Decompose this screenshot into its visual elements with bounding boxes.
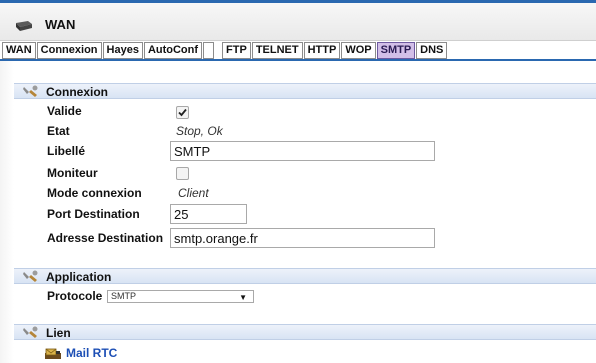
tab-dns[interactable]: DNS [416, 42, 448, 59]
libelle-label: Libellé [47, 144, 86, 158]
protocole-dropdown[interactable]: SMTP ▼ [107, 290, 254, 303]
tools-icon [23, 326, 38, 338]
mail-rtc-link[interactable]: Mail RTC [66, 346, 117, 360]
section-title-lien: Lien [46, 326, 71, 340]
mode-connexion-value: Client [178, 186, 209, 200]
moniteur-checkbox[interactable] [176, 167, 189, 180]
tab-hayes[interactable]: Hayes [102, 42, 143, 59]
router-icon [16, 21, 32, 31]
section-title-application: Application [46, 270, 112, 284]
port-destination-label: Port Destination [47, 207, 140, 221]
tools-icon [23, 85, 38, 97]
tools-icon [23, 270, 38, 282]
tab-blank[interactable] [203, 42, 215, 59]
adresse-destination-field[interactable] [170, 228, 435, 248]
tab-telnet[interactable]: TELNET [251, 42, 303, 59]
tab-wop[interactable]: WOP [341, 42, 376, 59]
checkmark-icon [178, 108, 187, 117]
mail-icon [45, 348, 61, 359]
tab-bar: WAN Connexion Hayes AutoConf FTP TELNET … [2, 42, 448, 59]
etat-value: Stop, Ok [176, 124, 223, 138]
protocole-selected-value: SMTP [111, 291, 137, 301]
etat-label: Etat [47, 124, 70, 138]
tab-wan[interactable]: WAN [2, 42, 36, 59]
moniteur-label: Moniteur [47, 166, 98, 180]
window-title-bar: WAN [0, 3, 596, 41]
tab-autoconf[interactable]: AutoConf [143, 42, 203, 59]
section-header-application[interactable]: Application [14, 268, 596, 284]
valide-checkbox[interactable] [176, 106, 189, 119]
protocole-label: Protocole [47, 289, 103, 303]
section-header-lien[interactable]: Lien [14, 324, 596, 340]
dropdown-arrow-icon: ▼ [239, 293, 247, 302]
section-title-connexion: Connexion [46, 85, 108, 99]
port-destination-field[interactable] [170, 204, 247, 224]
left-shadow [0, 61, 14, 363]
tab-smtp[interactable]: SMTP [376, 42, 416, 59]
tab-connexion[interactable]: Connexion [36, 42, 102, 59]
tab-ftp[interactable]: FTP [222, 42, 251, 59]
tab-http[interactable]: HTTP [303, 42, 341, 59]
libelle-field[interactable] [170, 141, 435, 161]
section-header-connexion[interactable]: Connexion [14, 83, 596, 99]
mode-connexion-label: Mode connexion [47, 186, 142, 200]
adresse-destination-label: Adresse Destination [47, 231, 164, 245]
tab-underline [0, 59, 596, 61]
valide-label: Valide [47, 104, 82, 118]
window-title: WAN [45, 17, 76, 32]
